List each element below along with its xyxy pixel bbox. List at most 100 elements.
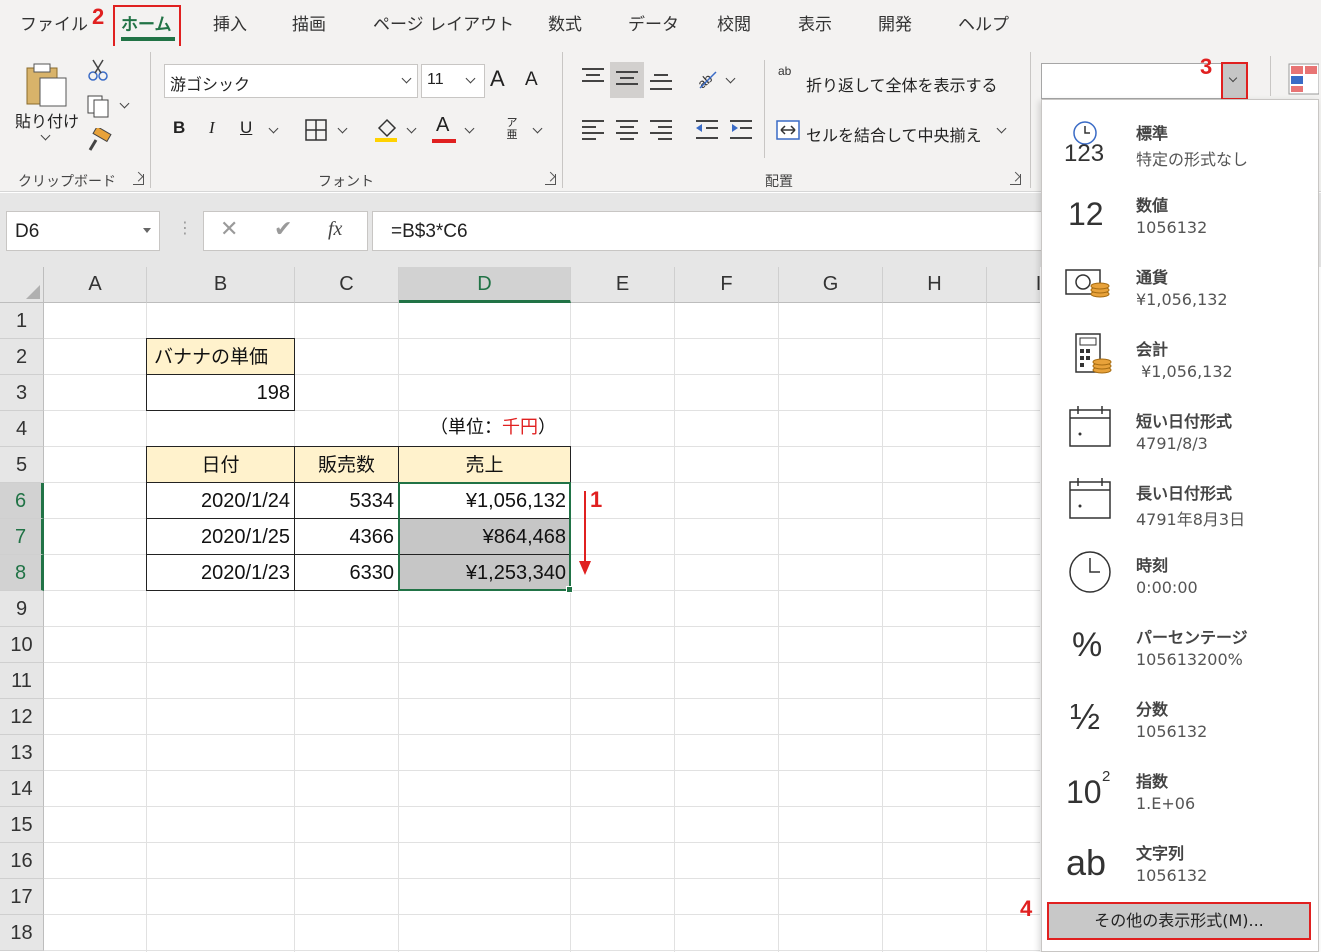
tab-formulas[interactable]: 数式 bbox=[548, 10, 582, 35]
tab-draw[interactable]: 描画 bbox=[292, 10, 326, 35]
table-cell-date[interactable]: 2020/1/25 bbox=[146, 518, 295, 555]
row-header[interactable]: 1 bbox=[0, 303, 44, 339]
column-header-f[interactable]: F bbox=[675, 267, 779, 303]
unit-price-label-cell[interactable]: バナナの単価 bbox=[146, 338, 295, 375]
font-name-dropdown[interactable]: 游ゴシック bbox=[164, 64, 418, 98]
tab-data[interactable]: データ bbox=[628, 10, 679, 35]
format-item-text[interactable]: ab 文字列 1056132 bbox=[1042, 824, 1318, 896]
row-header[interactable]: 13 bbox=[0, 735, 44, 771]
font-color-button[interactable]: A bbox=[436, 114, 449, 137]
row-header[interactable]: 14 bbox=[0, 771, 44, 807]
worksheet-grid[interactable]: A B C D E F G H I 1 2 3 4 5 6 7 8 9 10 1… bbox=[0, 267, 1040, 952]
table-header-quantity[interactable]: 販売数 bbox=[294, 446, 399, 483]
phonetic-guide-button[interactable]: ア亜 bbox=[502, 117, 522, 141]
align-top-icon[interactable] bbox=[582, 68, 604, 86]
row-header[interactable]: 15 bbox=[0, 807, 44, 843]
table-cell-date[interactable]: 2020/1/24 bbox=[146, 482, 295, 519]
row-header[interactable]: 18 bbox=[0, 915, 44, 951]
number-format-input[interactable] bbox=[1041, 63, 1247, 99]
row-header[interactable]: 2 bbox=[0, 339, 44, 375]
wrap-text-button[interactable]: ab 折り返して全体を表示する bbox=[776, 65, 1006, 98]
column-header-c[interactable]: C bbox=[295, 267, 399, 303]
table-cell-quantity[interactable]: 4366 bbox=[294, 518, 399, 555]
align-left-icon[interactable] bbox=[582, 120, 604, 140]
tab-file[interactable]: ファイル bbox=[20, 10, 88, 35]
table-header-sales[interactable]: 売上 bbox=[398, 446, 571, 483]
format-item-number[interactable]: 12 数値 1056132 bbox=[1042, 176, 1318, 248]
tab-insert[interactable]: 挿入 bbox=[213, 10, 247, 35]
clipboard-launcher-icon[interactable] bbox=[133, 174, 144, 185]
row-header[interactable]: 16 bbox=[0, 843, 44, 879]
row-header[interactable]: 17 bbox=[0, 879, 44, 915]
tab-page-layout[interactable]: ページ レイアウト bbox=[373, 10, 514, 35]
format-item-long-date[interactable]: 長い日付形式 4791年8月3日 bbox=[1042, 464, 1318, 536]
column-header-g[interactable]: G bbox=[779, 267, 883, 303]
cancel-icon[interactable]: ✕ bbox=[220, 217, 238, 242]
alignment-launcher-icon[interactable] bbox=[1010, 174, 1021, 185]
unit-note[interactable]: （単位：千円） bbox=[420, 410, 570, 446]
row-header[interactable]: 11 bbox=[0, 663, 44, 699]
format-item-general[interactable]: 123 標準 特定の形式なし bbox=[1042, 104, 1318, 176]
align-center-icon[interactable] bbox=[616, 120, 638, 140]
tab-developer[interactable]: 開発 bbox=[878, 10, 912, 35]
format-item-scientific[interactable]: 10 2 指数 1.E+06 bbox=[1042, 752, 1318, 824]
format-item-fraction[interactable]: ½ 分数 1056132 bbox=[1042, 680, 1318, 752]
align-right-icon[interactable] bbox=[650, 120, 672, 140]
formula-input[interactable]: =B$3*C6 bbox=[372, 211, 1052, 251]
column-header-d[interactable]: D bbox=[399, 267, 571, 303]
column-header-i[interactable]: I bbox=[987, 267, 1040, 303]
fill-handle[interactable] bbox=[566, 586, 573, 593]
column-header-b[interactable]: B bbox=[147, 267, 295, 303]
column-header-e[interactable]: E bbox=[571, 267, 675, 303]
more-number-formats-button[interactable]: その他の表示形式(M)... bbox=[1047, 902, 1311, 940]
font-size-dropdown[interactable]: 11 bbox=[421, 64, 485, 98]
drag-handle-icon[interactable]: ⋮ bbox=[177, 218, 193, 237]
conditional-format-icon[interactable] bbox=[1287, 62, 1319, 96]
fill-color-icon[interactable] bbox=[373, 116, 399, 142]
format-item-accounting[interactable]: 会計 ¥1,056,132 bbox=[1042, 320, 1318, 392]
row-header[interactable]: 7 bbox=[0, 519, 44, 555]
orientation-icon[interactable]: ab bbox=[694, 66, 720, 92]
row-header[interactable]: 12 bbox=[0, 699, 44, 735]
row-header[interactable]: 4 bbox=[0, 411, 44, 447]
name-box[interactable]: D6 bbox=[6, 211, 160, 251]
row-header[interactable]: 10 bbox=[0, 627, 44, 663]
format-item-short-date[interactable]: 短い日付形式 4791/8/3 bbox=[1042, 392, 1318, 464]
table-header-date[interactable]: 日付 bbox=[146, 446, 295, 483]
tab-help[interactable]: ヘルプ bbox=[958, 10, 1009, 35]
unit-price-value-cell[interactable]: 198 bbox=[146, 374, 295, 411]
table-cell-date[interactable]: 2020/1/23 bbox=[146, 554, 295, 591]
column-header-h[interactable]: H bbox=[883, 267, 987, 303]
cut-icon[interactable] bbox=[87, 58, 109, 82]
row-header[interactable]: 3 bbox=[0, 375, 44, 411]
format-painter-icon[interactable] bbox=[86, 128, 112, 152]
table-cell-quantity[interactable]: 5334 bbox=[294, 482, 399, 519]
decrease-indent-icon[interactable] bbox=[694, 118, 720, 142]
column-header-a[interactable]: A bbox=[44, 267, 147, 303]
merge-center-button[interactable]: セルを結合して中央揃え bbox=[776, 116, 1016, 148]
row-header[interactable]: 6 bbox=[0, 483, 44, 519]
row-header[interactable]: 5 bbox=[0, 447, 44, 483]
font-launcher-icon[interactable] bbox=[545, 174, 556, 185]
enter-check-icon[interactable]: ✔ bbox=[274, 217, 292, 242]
format-item-currency[interactable]: 通貨 ¥1,056,132 bbox=[1042, 248, 1318, 320]
decrease-font-size-button[interactable]: A bbox=[525, 69, 538, 91]
row-header[interactable]: 9 bbox=[0, 591, 44, 627]
italic-button[interactable]: I bbox=[209, 118, 215, 138]
tab-review[interactable]: 校閲 bbox=[717, 10, 751, 35]
increase-indent-icon[interactable] bbox=[728, 118, 754, 142]
underline-button[interactable]: U bbox=[240, 118, 252, 138]
format-item-percentage[interactable]: % パーセンテージ 105613200% bbox=[1042, 608, 1318, 680]
tab-view[interactable]: 表示 bbox=[798, 10, 832, 35]
insert-function-icon[interactable]: fx bbox=[328, 218, 342, 241]
format-item-time[interactable]: 時刻 0:00:00 bbox=[1042, 536, 1318, 608]
select-all-corner[interactable] bbox=[0, 267, 44, 303]
copy-icon[interactable] bbox=[86, 94, 112, 118]
table-cell-quantity[interactable]: 6330 bbox=[294, 554, 399, 591]
row-header[interactable]: 8 bbox=[0, 555, 44, 591]
align-bottom-icon[interactable] bbox=[650, 74, 672, 92]
bold-button[interactable]: B bbox=[173, 118, 185, 138]
increase-font-size-button[interactable]: A bbox=[490, 66, 505, 92]
paste-button[interactable]: 貼り付け bbox=[10, 56, 82, 156]
borders-icon[interactable] bbox=[304, 118, 328, 142]
